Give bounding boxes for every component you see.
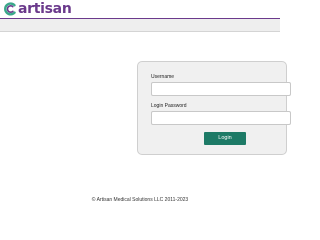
password-input[interactable]	[151, 111, 291, 125]
login-panel: Username Login Password Login	[137, 61, 291, 155]
copyright-footer: © Artisan Medical Solutions LLC 2011-202…	[91, 197, 189, 203]
nav-subbar	[0, 19, 280, 32]
password-label: Login Password	[151, 103, 187, 109]
login-page: artisan Username Login Password Login © …	[0, 0, 291, 210]
login-button[interactable]: Login	[204, 132, 246, 145]
brand-logo-text: artisan	[18, 1, 72, 17]
username-input[interactable]	[151, 82, 291, 96]
app-header: artisan	[0, 0, 280, 18]
artisan-swirl-logo-icon	[4, 2, 16, 16]
brand-logo[interactable]: artisan	[3, 1, 72, 17]
username-label: Username	[151, 74, 175, 80]
